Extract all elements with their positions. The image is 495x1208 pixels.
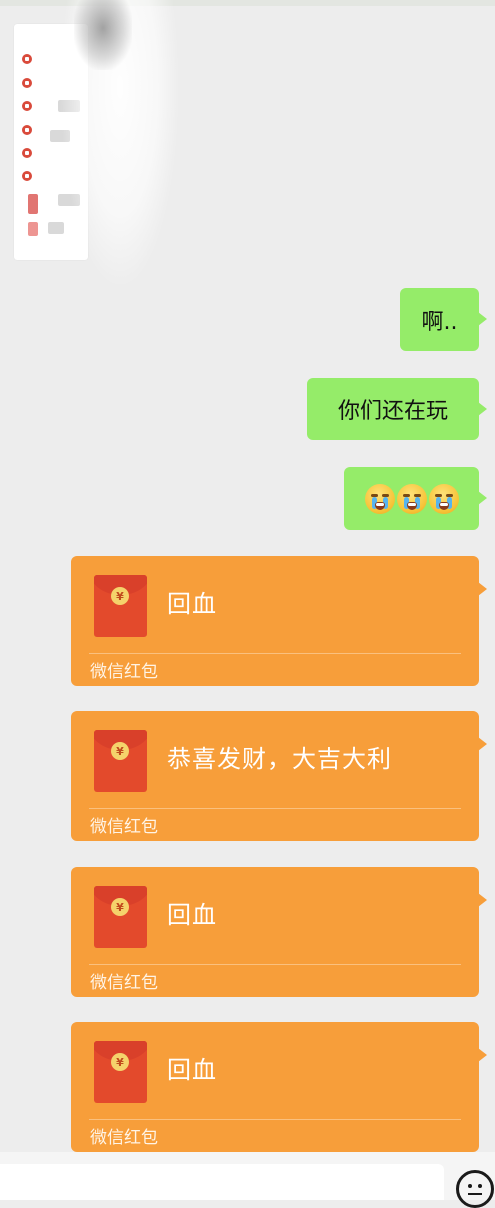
emoji-face-icon[interactable] (456, 1170, 494, 1208)
app-icon (22, 78, 32, 88)
emoji-group (364, 483, 459, 514)
message-text: 你们还在玩 (337, 399, 448, 424)
red-packet-footer: 微信红包 (90, 817, 158, 837)
coin-icon: ¥ (111, 1053, 129, 1071)
message-bubble-emoji[interactable] (344, 467, 487, 530)
divider (89, 964, 461, 965)
coin-icon: ¥ (111, 898, 129, 916)
app-icon (22, 101, 32, 111)
coin-icon: ¥ (111, 742, 129, 760)
app-icon (22, 125, 32, 135)
red-packet-title: 恭喜发财，大吉大利 (167, 745, 392, 773)
message-bubble-text[interactable]: 你们还在玩 (307, 378, 487, 440)
red-packet-icon: ¥ (94, 575, 147, 637)
coin-icon: ¥ (111, 587, 129, 605)
red-packet-message[interactable]: ¥ 回血 微信红包 (71, 1022, 487, 1152)
divider (89, 653, 461, 654)
crying-face-icon (396, 483, 427, 514)
crying-face-icon (364, 483, 395, 514)
red-packet-message[interactable]: ¥ 回血 微信红包 (71, 867, 487, 997)
app-icon (22, 148, 32, 158)
red-packet-title: 回血 (167, 1056, 217, 1084)
red-packet-footer: 微信红包 (90, 1128, 158, 1148)
image-smudge-dark (74, 0, 132, 70)
message-text: 啊.. (421, 309, 458, 335)
divider (89, 808, 461, 809)
red-packet-icon: ¥ (94, 886, 147, 948)
crying-face-icon (428, 483, 459, 514)
red-packet-icon: ¥ (94, 1041, 147, 1103)
red-packet-icon: ¥ (94, 730, 147, 792)
app-icon (22, 171, 32, 181)
red-packet-footer: 微信红包 (90, 973, 158, 993)
blurred-thumbnail (28, 222, 38, 236)
red-packet-title: 回血 (167, 590, 217, 618)
red-packet-message[interactable]: ¥ 恭喜发财，大吉大利 微信红包 (71, 711, 487, 841)
message-input[interactable] (0, 1164, 444, 1200)
message-bubble-text[interactable]: 啊.. (400, 288, 487, 351)
red-packet-footer: 微信红包 (90, 662, 158, 682)
divider (89, 1119, 461, 1120)
red-packet-message[interactable]: ¥ 回血 微信红包 (71, 556, 487, 686)
blurred-thumbnail (28, 194, 38, 214)
app-icon (22, 54, 32, 64)
red-packet-title: 回血 (167, 901, 217, 929)
